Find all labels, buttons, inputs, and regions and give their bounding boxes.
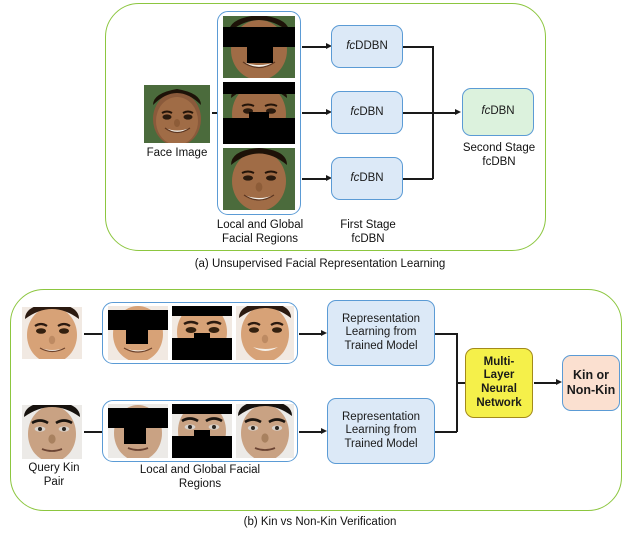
- connector-region3-to-fcdbn3: [302, 178, 328, 180]
- mask-center-block: [124, 428, 146, 444]
- connector-rep-bottom-out: [435, 431, 457, 433]
- kin1-region-mouth: [108, 306, 168, 360]
- face-photo-svg: [223, 148, 295, 210]
- query-face-bottom: [22, 405, 82, 459]
- kin1-region-full: [236, 306, 294, 360]
- region-tile-full-face: [223, 148, 295, 210]
- node-fcdbn-3[interactable]: fcDBN: [331, 157, 403, 200]
- node-kin-or-non-kin[interactable]: Kin or Non-Kin: [562, 355, 620, 411]
- mask-nose-block: [249, 112, 269, 120]
- node-fcdbn-3-label: fcDBN: [350, 171, 384, 184]
- node-multi-layer-neural-network[interactable]: Multi- Layer Neural Network: [465, 348, 533, 418]
- face-photo-svg: [236, 306, 294, 360]
- face-photo-svg: [22, 307, 82, 359]
- kin-regions-label: Local and Global Facial Regions: [139, 464, 261, 490]
- mask-top-band: [223, 82, 295, 94]
- caption-panel-a: (a) Unsupervised Facial Representation L…: [194, 258, 446, 270]
- first-stage-label: First Stage fcDBN: [340, 219, 396, 245]
- second-stage-label: Second Stage fcDBN: [462, 142, 536, 168]
- connector-rep-top-out: [435, 333, 457, 335]
- face-image-input: [144, 85, 210, 143]
- local-global-regions-label: Local and Global Facial Regions: [216, 219, 304, 245]
- connector-merge-to-second-stage: [403, 112, 457, 114]
- mask-lower-band: [172, 436, 232, 458]
- node-fcdbn-2-label: fcDBN: [350, 105, 384, 118]
- face-photo-svg: [22, 405, 82, 459]
- node-fcdbn-second-stage-label: fcDBN: [481, 105, 515, 118]
- arrowhead-second-stage: [455, 108, 461, 115]
- node-fcdbn-1-label: fcDDBN: [346, 39, 388, 52]
- connector-kin1-regions-to-rep: [299, 333, 323, 335]
- region-tile-eyes: [223, 82, 295, 144]
- kin2-region-full: [236, 404, 294, 458]
- mask-upper-band: [108, 408, 168, 428]
- node-fcdbn-1[interactable]: fcDDBN: [331, 25, 403, 68]
- node-kin-or-non-kin-label: Kin or Non-Kin: [566, 368, 616, 397]
- mask-top-band: [172, 404, 232, 414]
- kin2-region-mouth: [108, 404, 168, 458]
- connector-mlnn-to-output: [534, 382, 558, 384]
- node-representation-learning-top-label: Representation Learning from Trained Mod…: [342, 312, 420, 352]
- node-representation-learning-bottom-label: Representation Learning from Trained Mod…: [342, 410, 420, 450]
- mask-upper-band: [223, 27, 295, 47]
- node-mlnn-label: Multi- Layer Neural Network: [476, 355, 522, 409]
- face-photo-svg: [236, 404, 294, 458]
- query-kin-pair-label: Query Kin Pair: [28, 462, 80, 488]
- connector-kin2-regions-to-rep: [299, 431, 323, 433]
- mask-top-band: [172, 306, 232, 316]
- face-photo-svg: [144, 85, 210, 143]
- region-tile-mouth: [223, 16, 295, 78]
- kin2-region-eyes: [172, 404, 232, 458]
- mask-center-block: [126, 330, 148, 344]
- node-fcdbn-second-stage[interactable]: fcDBN: [462, 88, 534, 136]
- mask-upper-band: [108, 310, 168, 330]
- face-image-label: Face Image: [146, 147, 208, 159]
- mask-lower-band: [223, 118, 295, 144]
- caption-panel-b: (b) Kin vs Non-Kin Verification: [243, 516, 397, 528]
- node-representation-learning-bottom[interactable]: Representation Learning from Trained Mod…: [327, 398, 435, 464]
- query-face-top: [22, 307, 82, 359]
- mask-lower-band: [172, 338, 232, 360]
- mask-nose-block: [194, 430, 210, 436]
- node-fcdbn-2[interactable]: fcDBN: [331, 91, 403, 134]
- kin1-region-eyes: [172, 306, 232, 360]
- connector-fcdbn1-out: [403, 46, 433, 48]
- connector-region2-to-fcdbn2: [302, 112, 328, 114]
- node-representation-learning-top[interactable]: Representation Learning from Trained Mod…: [327, 300, 435, 366]
- connector-fcdbn3-out: [403, 178, 433, 180]
- connector-region1-to-fcdbn1: [302, 46, 328, 48]
- mask-nose-block: [194, 333, 210, 339]
- mask-center-block: [247, 47, 273, 63]
